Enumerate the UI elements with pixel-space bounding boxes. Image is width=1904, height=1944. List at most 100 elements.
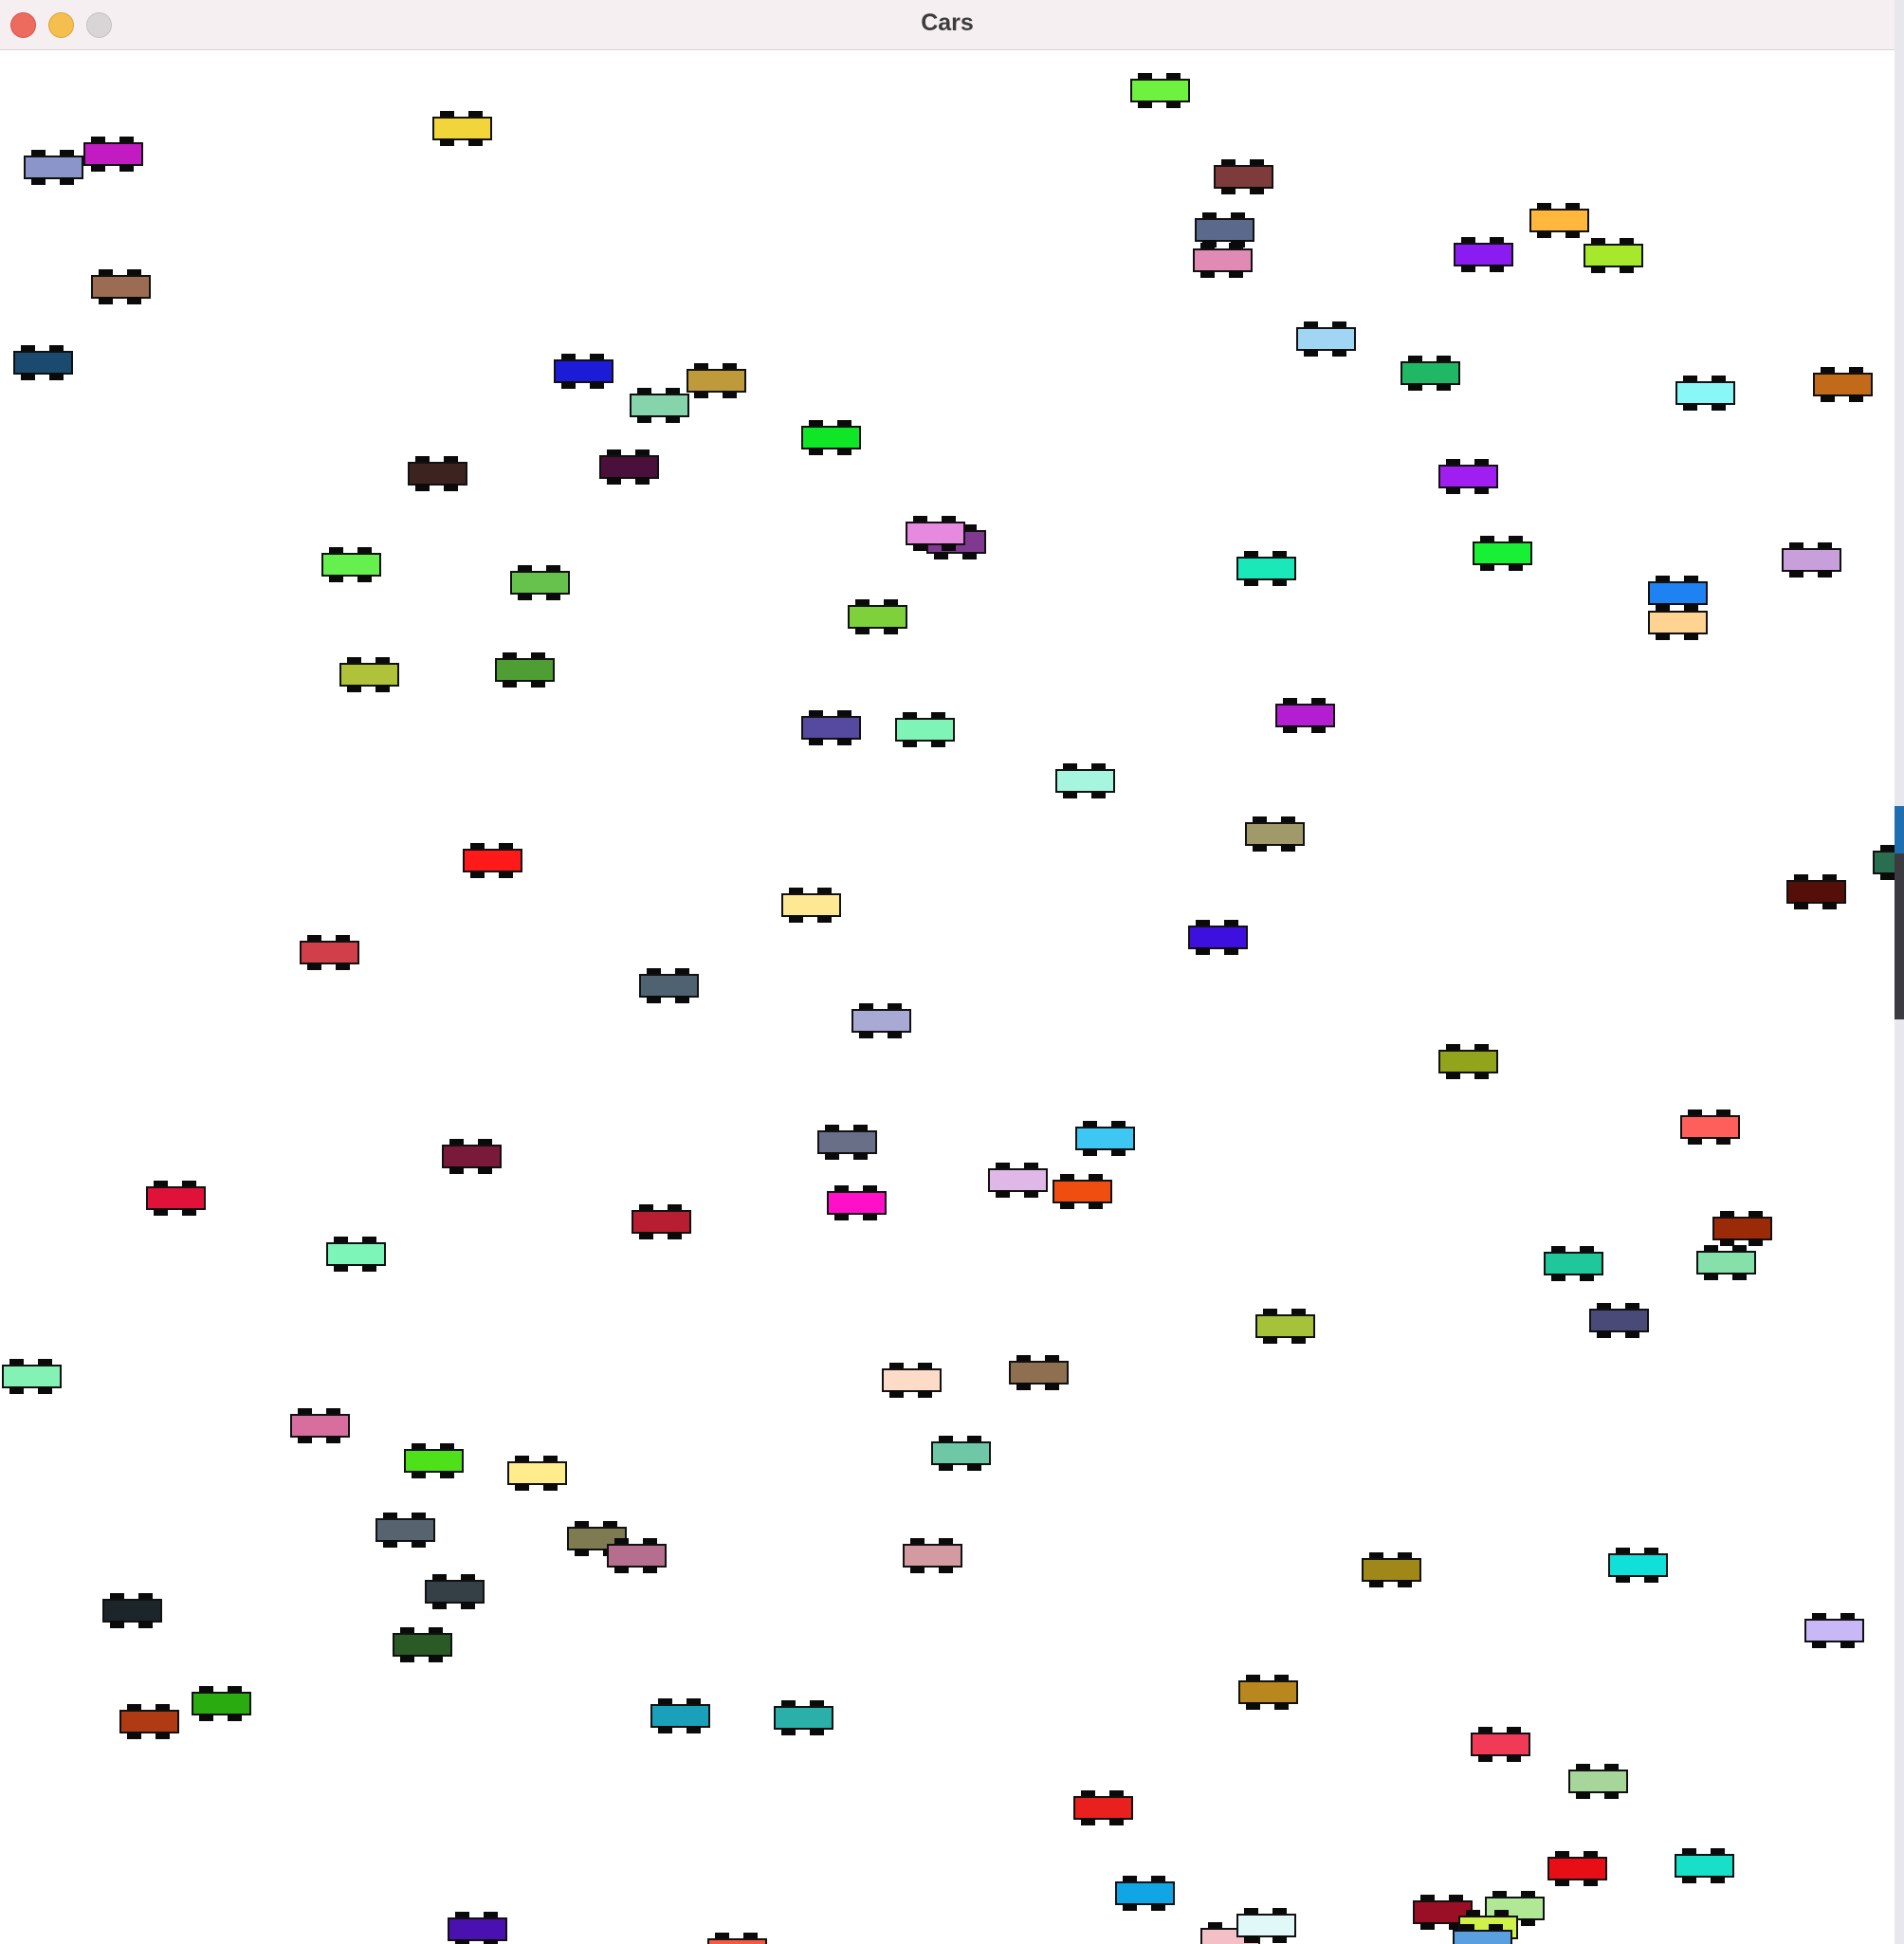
car-body [1009, 1361, 1069, 1385]
car-wheel [1551, 1274, 1565, 1281]
car-body [895, 718, 955, 742]
car [599, 448, 659, 486]
car-body [1438, 1050, 1498, 1073]
car-wheel [837, 738, 851, 745]
car [102, 1591, 162, 1629]
car-body [1055, 769, 1115, 793]
car-body [607, 1544, 667, 1568]
car-wheel [1840, 1641, 1855, 1648]
car [1255, 1307, 1315, 1345]
car [507, 1454, 567, 1492]
car [339, 655, 399, 693]
car-body [774, 1706, 833, 1730]
car-wheel [1138, 101, 1152, 108]
car-wheel [375, 685, 390, 692]
car [1075, 1119, 1135, 1157]
car-wheel [1656, 633, 1670, 640]
car [1782, 541, 1841, 578]
car-body [1471, 1733, 1530, 1756]
adjacent-window-accent [1895, 806, 1904, 853]
car-wheel [817, 915, 832, 923]
car-wheel [383, 1540, 397, 1548]
car-wheel [1474, 1072, 1489, 1079]
window-title: Cars [921, 9, 974, 36]
car-wheel [1109, 1818, 1124, 1825]
car-wheel [1597, 1330, 1611, 1338]
car [1584, 236, 1643, 274]
car-wheel [1704, 1273, 1718, 1280]
car [1712, 1209, 1772, 1247]
car-wheel [1537, 230, 1551, 238]
car-wheel [1111, 1148, 1126, 1156]
car-body [1193, 248, 1253, 272]
car-wheel [825, 1152, 839, 1160]
car-wheel [412, 1540, 426, 1548]
car [1214, 157, 1273, 195]
car-body [801, 716, 861, 740]
car [781, 886, 841, 924]
car-wheel [199, 1714, 213, 1721]
car [119, 1702, 179, 1740]
car [2, 1357, 62, 1395]
car-body [408, 462, 467, 486]
car-body [404, 1449, 464, 1473]
car-wheel [455, 1939, 469, 1944]
car-wheel [561, 381, 576, 389]
car-wheel [21, 373, 35, 380]
car [639, 966, 699, 1004]
car-wheel [326, 1436, 340, 1443]
car-body [1115, 1881, 1175, 1905]
car-wheel [809, 448, 823, 455]
car-body [1873, 851, 1895, 874]
car [1873, 843, 1895, 881]
car-wheel [1274, 1702, 1289, 1710]
car-wheel [347, 685, 361, 692]
car-wheel [1151, 1903, 1165, 1911]
car-body [1648, 581, 1708, 605]
car-wheel [1244, 1935, 1258, 1943]
car-wheel [939, 1463, 953, 1471]
title-bar[interactable]: Cars [0, 0, 1895, 50]
car-body [1544, 1252, 1603, 1275]
car-wheel [1291, 1336, 1306, 1344]
car-body [1648, 611, 1708, 634]
car [1236, 549, 1296, 587]
car-body [1275, 704, 1335, 727]
car-wheel [543, 1483, 558, 1491]
car-wheel [863, 1213, 877, 1220]
car-body [1453, 1930, 1512, 1944]
car [1238, 1673, 1298, 1711]
car [1454, 235, 1513, 273]
car-body [1236, 1914, 1296, 1937]
car-wheel [1263, 1336, 1277, 1344]
car-wheel [1821, 394, 1835, 402]
car [801, 418, 861, 456]
car-wheel [1565, 230, 1580, 238]
car-wheel [415, 484, 430, 491]
car-body [83, 142, 143, 166]
car-body [146, 1186, 206, 1210]
car-body [1568, 1770, 1628, 1793]
car-wheel [60, 177, 74, 185]
car-wheel [1398, 1580, 1412, 1587]
car-body [339, 663, 399, 687]
car-wheel [432, 1602, 447, 1609]
car-wheel [1683, 403, 1697, 411]
car-body [1053, 1180, 1112, 1203]
car-body [1782, 548, 1841, 572]
car-wheel [1849, 394, 1863, 402]
car-wheel [1224, 947, 1238, 955]
car-wheel [859, 1031, 873, 1038]
car-body [707, 1938, 767, 1944]
car-wheel [1063, 791, 1077, 798]
car-wheel [694, 391, 708, 398]
car-wheel [91, 164, 105, 172]
car-wheel [614, 1566, 629, 1573]
car [1438, 1042, 1498, 1080]
car-body [1296, 327, 1356, 351]
car-body [1529, 209, 1589, 232]
car [1471, 1725, 1530, 1763]
car-body [632, 1210, 691, 1234]
car-wheel [1081, 1818, 1095, 1825]
car-wheel [307, 963, 321, 970]
